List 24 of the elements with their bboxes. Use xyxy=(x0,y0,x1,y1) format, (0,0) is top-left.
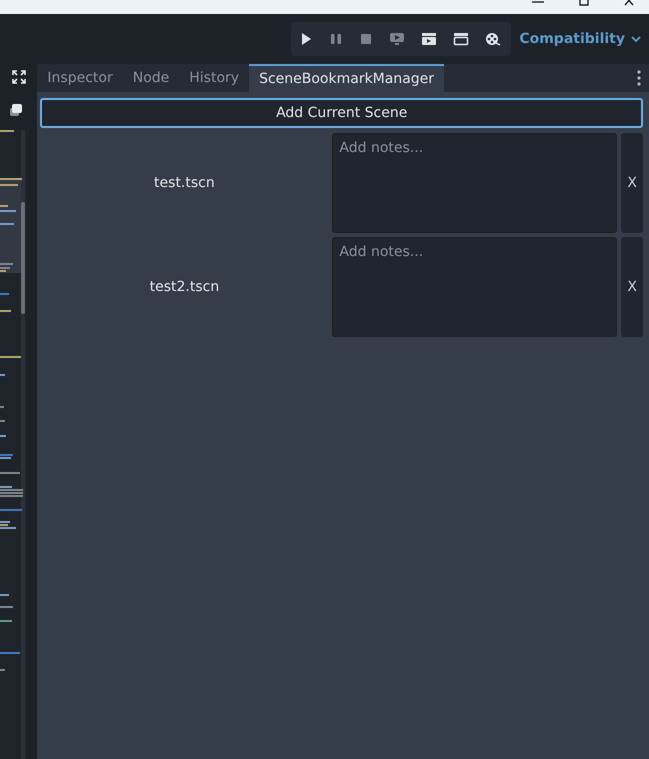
renderer-dropdown[interactable]: Compatibility xyxy=(519,31,641,47)
monitor-icon[interactable] xyxy=(389,32,406,46)
panel-tab[interactable]: Node xyxy=(122,64,180,92)
play-icon[interactable] xyxy=(299,32,314,46)
clapperboard-icon[interactable] xyxy=(421,32,438,46)
pause-icon[interactable] xyxy=(329,32,344,46)
more-icon[interactable] xyxy=(637,70,641,86)
remove-button[interactable]: X xyxy=(621,133,643,233)
notes-field[interactable]: Add notes... xyxy=(332,133,618,233)
windows-icon[interactable] xyxy=(9,103,23,117)
film-reel-icon[interactable] xyxy=(485,32,502,46)
clapperboard-icon[interactable] xyxy=(453,32,470,46)
add-current-scene-button[interactable]: Add Current Scene xyxy=(40,98,643,128)
caret-icon xyxy=(631,36,641,42)
fullscreen-icon[interactable] xyxy=(12,70,26,84)
scene-name: test2.tscn xyxy=(150,279,220,295)
panel-tab[interactable]: SceneBookmarkManager xyxy=(249,64,444,92)
maximize-icon[interactable] xyxy=(577,0,591,6)
stop-icon[interactable] xyxy=(359,32,374,46)
panel-tab[interactable]: History xyxy=(179,64,250,92)
notes-field[interactable]: Add notes... xyxy=(332,237,618,337)
remove-button[interactable]: X xyxy=(621,237,643,337)
scene-name: test.tscn xyxy=(154,175,215,191)
panel-tab[interactable]: Inspector xyxy=(37,64,123,92)
